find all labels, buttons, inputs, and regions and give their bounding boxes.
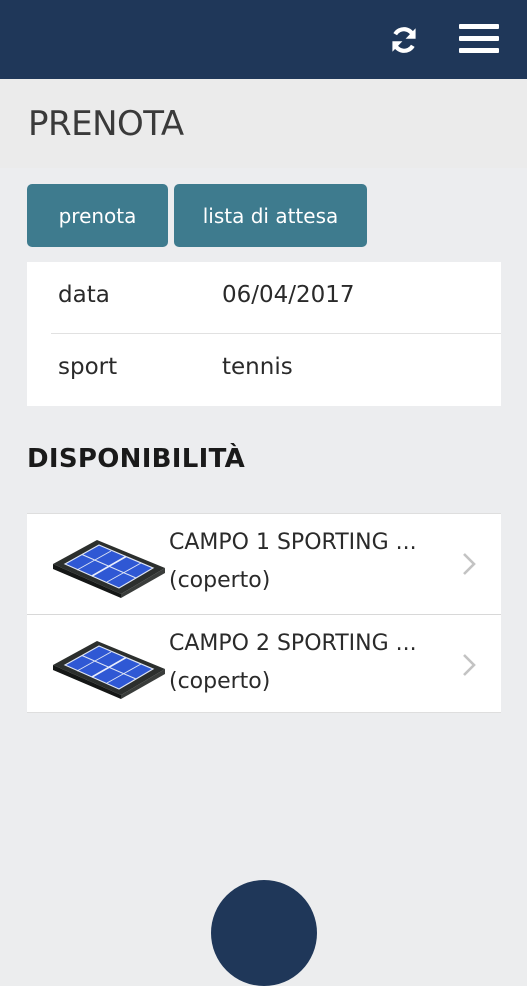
date-value[interactable]: 06/04/2017 [222, 282, 355, 308]
sport-value[interactable]: tennis [222, 354, 293, 380]
court-name: CAMPO 2 SPORTING ... [169, 631, 417, 656]
tab-prenota[interactable]: prenota [27, 184, 168, 247]
date-label: data [58, 282, 110, 308]
hamburger-menu-icon [459, 36, 499, 41]
floating-action-button[interactable] [211, 880, 317, 986]
page-title: PRENOTA [28, 104, 184, 144]
tab-lista-di-attesa[interactable]: lista di attesa [174, 184, 367, 247]
chevron-right-icon [463, 654, 476, 676]
chevron-right-icon [463, 553, 476, 575]
court-type: (coperto) [169, 669, 271, 694]
list-item-campo-1[interactable]: CAMPO 1 SPORTING ... (coperto) [27, 514, 501, 614]
menu-button[interactable] [456, 22, 502, 56]
availability-list: CAMPO 1 SPORTING ... (coperto) CAMPO 2 S… [27, 513, 501, 713]
court-name: CAMPO 1 SPORTING ... [169, 530, 417, 555]
sport-label: sport [58, 354, 118, 380]
sport-row[interactable]: sport tennis [27, 334, 501, 406]
tennis-court-icon [53, 540, 165, 598]
date-row[interactable]: data 06/04/2017 [27, 262, 501, 334]
availability-title: DISPONIBILITÀ [27, 444, 246, 474]
hamburger-menu-icon [459, 48, 499, 53]
booking-details-card: data 06/04/2017 sport tennis [27, 262, 501, 406]
refresh-button[interactable] [386, 22, 422, 58]
tennis-court-icon [53, 641, 165, 699]
top-app-bar [0, 0, 527, 79]
court-type: (coperto) [169, 568, 271, 593]
list-item-campo-2[interactable]: CAMPO 2 SPORTING ... (coperto) [27, 614, 501, 715]
refresh-icon [392, 27, 416, 53]
hamburger-menu-icon [459, 24, 499, 29]
